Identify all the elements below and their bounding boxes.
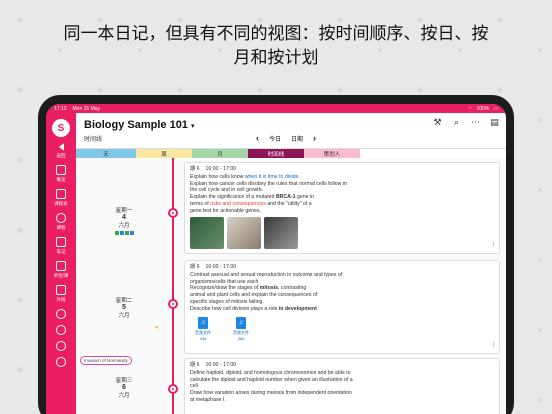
status-time: 17:12	[54, 105, 67, 112]
tab-day[interactable]: 天	[76, 149, 136, 158]
back-icon	[58, 143, 64, 151]
sidebar-item-pin[interactable]: 外链	[46, 285, 76, 303]
lesson-card[interactable]: 期 6 16:00 - 17:00 Contrast asexual and se…	[184, 260, 500, 354]
date-button[interactable]: 日期	[291, 134, 303, 143]
audio-file[interactable]: ♫ 音频文件 38s	[228, 316, 254, 344]
day-label: 星期三 6 六月	[115, 378, 133, 399]
lesson-card[interactable]: 期 6 16:00 - 17:00 Define haploid, diploid…	[184, 358, 500, 414]
overview-icon	[56, 165, 66, 175]
chalkboard-image[interactable]	[190, 216, 224, 249]
sidebar-item-overview[interactable]: 概览	[46, 165, 76, 183]
status-bar: 17:12 Mon 15 May ◠ 100% ▭	[46, 104, 506, 113]
prev-arrow-icon[interactable]: ‹	[256, 133, 259, 143]
view-tabs: 天 周 月 时间线 策划人	[76, 149, 506, 158]
wrench-icon[interactable]: ⚒	[432, 117, 443, 128]
search-icon[interactable]: ⌕	[451, 117, 462, 128]
sidebar-item-check[interactable]	[46, 325, 76, 335]
app-screen: 17:12 Mon 15 May ◠ 100% ▭ S 返回 概览 课程表 课程…	[46, 104, 506, 414]
pin-icon	[56, 285, 66, 295]
next-arrow-icon[interactable]: ›	[313, 133, 316, 143]
image-attachments	[190, 216, 494, 249]
tab-planner[interactable]: 策划人	[304, 149, 360, 158]
lab-image[interactable]	[227, 216, 261, 249]
audio-attachments: ♫ 音频文件 44s ♫ 音频文件 38s	[190, 316, 494, 344]
timetable-icon	[56, 189, 66, 199]
sidebar-item-back[interactable]: 返回	[46, 143, 76, 159]
audio-file[interactable]: ♫ 音频文件 44s	[190, 316, 216, 344]
lightbulb-icon: ●	[155, 325, 159, 331]
audio-file-icon: ♫	[198, 316, 208, 329]
page-title[interactable]: Biology Sample 101 ▾	[84, 119, 195, 131]
view-subtitle: 时间线	[84, 137, 103, 143]
toolbar: ⚒ ⌕ ⋯ ▤	[432, 117, 500, 128]
notes-icon	[56, 237, 66, 247]
tab-month[interactable]: 月	[192, 149, 248, 158]
sidebar-item-settings[interactable]	[46, 357, 76, 367]
flags-icon	[76, 231, 172, 235]
timeline-rail	[172, 158, 174, 414]
units-icon	[56, 261, 66, 271]
timeline-dot[interactable]	[168, 299, 178, 309]
layout-icon[interactable]: ▤	[489, 117, 500, 128]
plus-icon	[56, 309, 66, 319]
help-icon	[56, 341, 66, 351]
paperclip-icon[interactable]: ⌇	[492, 242, 495, 250]
timeline-dot[interactable]	[168, 208, 178, 218]
sidebar-item-timetable[interactable]: 课程表	[46, 189, 76, 207]
day-label: 星期一 4 六月	[76, 206, 172, 235]
check-icon	[56, 325, 66, 335]
timeline-content: 星期一 4 六月 期 6 16:00 - 17:00 Explain how ce…	[76, 158, 506, 414]
status-date: Mon 15 May	[72, 105, 101, 112]
status-battery: 100%	[476, 105, 490, 112]
more-icon[interactable]: ⋯	[470, 117, 481, 128]
date-navigation: ‹ 今日 日期 ›	[256, 133, 316, 143]
lesson-card[interactable]: 期 6 16:00 - 17:00 Explain how cells know …	[184, 162, 500, 254]
event-tag[interactable]: Invasion of Normandy	[80, 356, 132, 365]
paperclip-icon[interactable]: ⌇	[492, 342, 495, 350]
tab-timeline[interactable]: 时间线	[248, 149, 304, 158]
tab-week[interactable]: 周	[136, 149, 192, 158]
teacher-image[interactable]	[264, 216, 298, 249]
today-button[interactable]: 今日	[269, 134, 281, 143]
battery-icon: ▭	[493, 105, 498, 112]
timeline-dot[interactable]	[168, 384, 178, 394]
day-label: 星期二 5 六月	[115, 298, 133, 319]
wifi-icon: ◠	[468, 105, 473, 112]
app-logo-icon[interactable]: S	[52, 119, 70, 137]
sidebar: S 返回 概览 课程表 课程 笔记 单位/课 外链	[46, 113, 76, 414]
sidebar-item-add[interactable]	[46, 309, 76, 319]
sidebar-item-help[interactable]	[46, 341, 76, 351]
top-bar: Biology Sample 101 ▾ 时间线 ‹ 今日 日期 › ⚒ ⌕ ⋯…	[76, 113, 506, 149]
settings-icon	[56, 357, 66, 367]
chevron-down-icon[interactable]: ▾	[191, 123, 195, 130]
page-headline: 同一本日记，但具有不同的视图：按时间顺序、按日、按月和按计划	[63, 24, 489, 68]
sidebar-item-notes[interactable]: 笔记	[46, 237, 76, 255]
audio-file-icon: ♫	[236, 316, 246, 329]
sidebar-item-units[interactable]: 单位/课	[46, 261, 76, 279]
sidebar-item-lessons[interactable]: 课程	[46, 213, 76, 231]
lessons-icon	[56, 213, 66, 223]
